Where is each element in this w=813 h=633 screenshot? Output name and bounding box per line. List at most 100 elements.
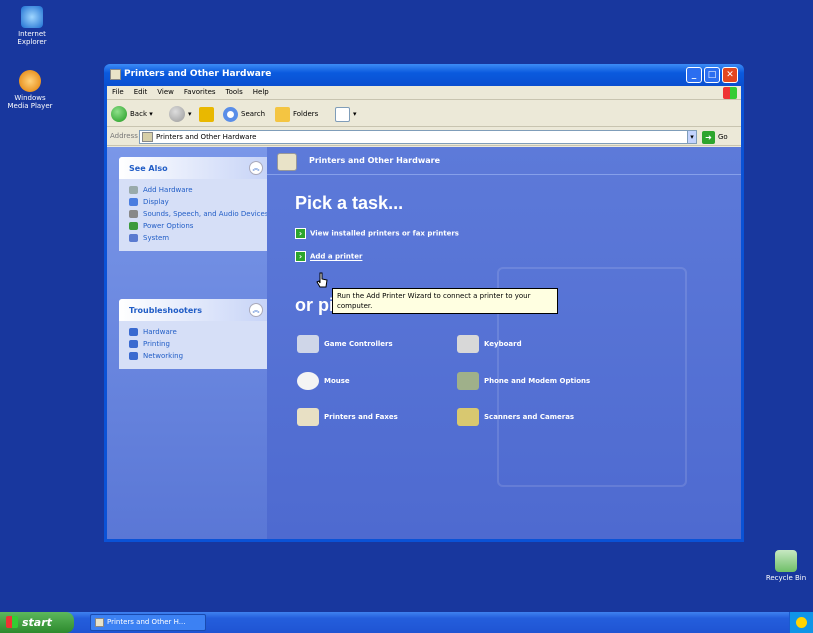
forward-arrow-icon — [169, 106, 185, 122]
recycle-bin-icon — [775, 550, 797, 572]
close-button[interactable]: ✕ — [722, 67, 738, 83]
see-also-title: See Also — [129, 164, 168, 173]
menu-bar: File Edit View Favorites Tools Help — [107, 86, 741, 100]
link-add-hardware[interactable]: Add Hardware — [129, 185, 269, 195]
troubleshooters-title: Troubleshooters — [129, 306, 203, 315]
link-sounds[interactable]: Sounds, Speech, and Audio Devices — [129, 209, 269, 219]
task-add-printer[interactable]: › Add a printer — [295, 251, 362, 262]
power-icon — [129, 222, 138, 230]
cp-label: Printers and Faxes — [324, 413, 398, 421]
link-label: System — [143, 234, 170, 242]
hand-cursor-icon — [316, 272, 328, 288]
link-label: Display — [143, 198, 169, 206]
go-button[interactable]: ➜ Go — [702, 130, 728, 144]
see-also-header[interactable]: See Also ︽ — [119, 157, 269, 179]
back-button[interactable]: Back ▾ — [111, 105, 153, 123]
link-system[interactable]: System — [129, 233, 269, 243]
task-pane: See Also ︽ Add Hardware Display Sounds, … — [107, 147, 269, 539]
taskbar: start Printers and Other H... — [0, 612, 813, 633]
link-display[interactable]: Display — [129, 197, 269, 207]
folders-icon — [275, 106, 290, 122]
help-icon — [129, 352, 138, 360]
link-networking[interactable]: Networking — [129, 351, 269, 361]
maximize-button[interactable]: □ — [704, 67, 720, 83]
views-button[interactable]: ▾ — [335, 105, 357, 123]
cp-game-controllers[interactable]: Game Controllers — [297, 332, 393, 356]
window-title: Printers and Other Hardware — [124, 69, 272, 79]
cp-printers-faxes[interactable]: Printers and Faxes — [297, 405, 398, 429]
address-dropdown-button[interactable]: ▾ — [687, 130, 697, 144]
windows-logo-icon — [723, 87, 737, 99]
toolbar: Back ▾ ▾ Search Folders ▾ — [107, 101, 741, 127]
internet-explorer-icon — [21, 6, 43, 28]
menu-file[interactable]: File — [107, 86, 129, 96]
see-also-panel: See Also ︽ Add Hardware Display Sounds, … — [119, 157, 269, 251]
menu-help[interactable]: Help — [248, 86, 274, 96]
printers-hardware-icon — [277, 153, 297, 171]
cp-keyboard[interactable]: Keyboard — [457, 332, 522, 356]
task-view-printers[interactable]: › View installed printers or fax printers — [295, 228, 459, 239]
forward-dropdown-icon: ▾ — [188, 110, 192, 118]
category-title: Printers and Other Hardware — [309, 156, 440, 165]
go-arrow-icon: ➜ — [702, 130, 715, 144]
views-icon — [335, 106, 350, 122]
phone-icon — [457, 372, 479, 390]
forward-button[interactable]: ▾ — [169, 105, 192, 123]
task-label: Add a printer — [310, 252, 363, 261]
menu-tools[interactable]: Tools — [221, 86, 248, 96]
link-power-options[interactable]: Power Options — [129, 221, 269, 231]
link-hardware[interactable]: Hardware — [129, 327, 269, 337]
printer-folder-icon — [142, 132, 153, 142]
back-arrow-icon — [111, 106, 127, 122]
search-icon — [223, 106, 238, 122]
address-field[interactable]: Printers and Other Hardware — [139, 130, 695, 144]
cp-label: Game Controllers — [324, 340, 393, 348]
minimize-button[interactable]: _ — [686, 67, 702, 83]
back-dropdown-icon: ▾ — [149, 110, 153, 118]
troubleshooters-panel: Troubleshooters ︽ Hardware Printing Netw… — [119, 299, 269, 369]
collapse-chevron-icon[interactable]: ︽ — [249, 303, 263, 317]
go-label: Go — [718, 133, 728, 141]
cp-mouse[interactable]: Mouse — [297, 369, 350, 393]
menu-favorites[interactable]: Favorites — [179, 86, 221, 96]
cp-scanners-cameras[interactable]: Scanners and Cameras — [457, 405, 574, 429]
search-button[interactable]: Search — [223, 105, 265, 123]
display-icon — [129, 198, 138, 206]
link-printing[interactable]: Printing — [129, 339, 269, 349]
green-arrow-icon: › — [295, 251, 306, 262]
address-bar: Address Printers and Other Hardware ▾ ➜ G… — [107, 128, 741, 146]
cp-label: Phone and Modem Options — [484, 377, 591, 385]
start-label: start — [22, 616, 52, 629]
desktop-icon-media-player[interactable]: Windows Media Player — [4, 70, 56, 110]
taskbar-window-button[interactable]: Printers and Other H... — [90, 614, 206, 631]
media-player-icon — [19, 70, 41, 92]
desktop-icon-internet-explorer[interactable]: Internet Explorer — [6, 6, 58, 46]
system-tray[interactable] — [789, 612, 813, 633]
desktop-icon-recycle-bin[interactable]: Recycle Bin — [760, 550, 812, 582]
link-label: Hardware — [143, 328, 177, 336]
start-button[interactable]: start — [0, 612, 74, 633]
category-header: Printers and Other Hardware — [267, 147, 741, 175]
title-bar[interactable]: Printers and Other Hardware _ □ ✕ — [104, 64, 744, 86]
mouse-icon — [297, 372, 319, 390]
cp-phone-modem[interactable]: Phone and Modem Options — [457, 369, 590, 393]
game-controller-icon — [297, 335, 319, 353]
up-button[interactable] — [199, 105, 217, 123]
cp-label: Mouse — [324, 377, 350, 385]
taskbar-window-label: Printers and Other H... — [107, 618, 186, 626]
link-label: Printing — [143, 340, 170, 348]
add-printer-tooltip: Run the Add Printer Wizard to connect a … — [332, 288, 558, 314]
tray-icon — [796, 617, 807, 628]
folders-label: Folders — [293, 110, 319, 118]
folders-button[interactable]: Folders — [275, 105, 318, 123]
desktop-icon-label: Windows Media Player — [7, 94, 53, 110]
back-label: Back — [130, 110, 147, 118]
menu-edit[interactable]: Edit — [129, 86, 153, 96]
system-icon — [129, 234, 138, 242]
menu-view[interactable]: View — [152, 86, 179, 96]
scanner-icon — [457, 408, 479, 426]
troubleshooters-header[interactable]: Troubleshooters ︽ — [119, 299, 269, 321]
task-label: View installed printers or fax printers — [310, 229, 459, 238]
cp-label: Scanners and Cameras — [484, 413, 575, 421]
collapse-chevron-icon[interactable]: ︽ — [249, 161, 263, 175]
